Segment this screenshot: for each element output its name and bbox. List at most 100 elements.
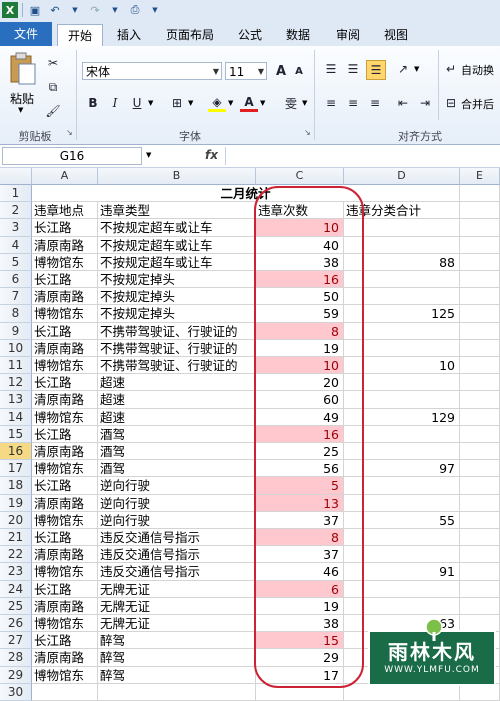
cell-empty[interactable] xyxy=(98,683,256,701)
copy-icon[interactable]: ⧉ xyxy=(44,78,62,96)
customize-toolbar-icon[interactable]: ▼ xyxy=(147,2,163,18)
violation-count-cell[interactable]: 37 xyxy=(256,546,344,564)
cell-empty[interactable] xyxy=(460,391,500,409)
cell-empty[interactable] xyxy=(460,546,500,564)
cell-empty[interactable] xyxy=(460,511,500,529)
location-cell[interactable]: 清原南路 xyxy=(32,546,98,564)
merge-center-icon[interactable]: ⊟ xyxy=(442,94,460,112)
column-header-b[interactable]: B xyxy=(98,168,256,185)
violation-count-cell[interactable]: 10 xyxy=(256,219,344,237)
location-cell[interactable]: 长江路 xyxy=(32,477,98,495)
category-total-cell[interactable] xyxy=(344,271,460,289)
row-header[interactable]: 25 xyxy=(0,597,32,615)
category-total-cell[interactable] xyxy=(344,597,460,615)
phonetic-icon[interactable]: 雯 xyxy=(282,94,300,112)
column-header-a[interactable]: A xyxy=(32,168,98,185)
dropdown-arrow-icon[interactable]: ▼ xyxy=(146,151,151,159)
underline-icon[interactable]: U xyxy=(128,94,146,112)
violation-type-cell[interactable]: 无牌无证 xyxy=(98,597,256,615)
row-header[interactable]: 23 xyxy=(0,563,32,581)
tab-view[interactable]: 视图 xyxy=(376,24,416,46)
dropdown-arrow-icon[interactable]: ▼ xyxy=(260,99,265,107)
cell-empty[interactable] xyxy=(460,683,500,701)
column-header-c[interactable]: C xyxy=(256,168,344,185)
violation-count-cell[interactable]: 46 xyxy=(256,563,344,581)
align-top-icon[interactable]: ☰ xyxy=(322,60,340,78)
category-total-cell[interactable] xyxy=(344,529,460,547)
violation-count-cell[interactable]: 15 xyxy=(256,632,344,650)
row-header[interactable]: 17 xyxy=(0,460,32,478)
violation-type-cell[interactable]: 不按规定超车或让车 xyxy=(98,236,256,254)
violation-type-cell[interactable]: 逆向行驶 xyxy=(98,477,256,495)
violation-type-cell[interactable]: 不按规定掉头 xyxy=(98,305,256,323)
location-cell[interactable]: 博物馆东 xyxy=(32,357,98,375)
dropdown-arrow-icon[interactable]: ▼ xyxy=(302,99,307,107)
cell-empty[interactable] xyxy=(460,597,500,615)
category-total-cell[interactable] xyxy=(344,494,460,512)
decrease-indent-icon[interactable]: ⇤ xyxy=(394,94,412,112)
row-header[interactable]: 29 xyxy=(0,666,32,684)
category-total-cell[interactable]: 91 xyxy=(344,563,460,581)
violation-count-cell[interactable]: 25 xyxy=(256,443,344,461)
violation-count-cell[interactable]: 16 xyxy=(256,425,344,443)
location-cell[interactable]: 长江路 xyxy=(32,529,98,547)
dropdown-arrow-icon[interactable]: ▼ xyxy=(188,99,193,107)
save-icon[interactable]: ▣ xyxy=(27,2,43,18)
row-header[interactable]: 3 xyxy=(0,219,32,237)
cell-empty[interactable] xyxy=(460,408,500,426)
location-cell[interactable]: 博物馆东 xyxy=(32,460,98,478)
cell-empty[interactable] xyxy=(460,477,500,495)
grow-font-icon[interactable]: A xyxy=(272,62,290,80)
wrap-text-icon[interactable]: ↵ xyxy=(442,60,460,78)
cell-empty[interactable] xyxy=(460,443,500,461)
row-header[interactable]: 15 xyxy=(0,425,32,443)
location-cell[interactable]: 博物馆东 xyxy=(32,615,98,633)
violation-count-cell[interactable]: 29 xyxy=(256,649,344,667)
location-cell[interactable]: 长江路 xyxy=(32,425,98,443)
row-header[interactable]: 12 xyxy=(0,374,32,392)
location-cell[interactable]: 清原南路 xyxy=(32,443,98,461)
category-total-cell[interactable] xyxy=(344,391,460,409)
cell-empty[interactable] xyxy=(460,460,500,478)
excel-logo-icon[interactable]: X xyxy=(2,2,18,18)
row-header[interactable]: 30 xyxy=(0,683,32,701)
cell-empty[interactable] xyxy=(256,683,344,701)
violation-count-cell[interactable]: 8 xyxy=(256,322,344,340)
dropdown-arrow-icon[interactable]: ▼ xyxy=(213,63,219,81)
row-header[interactable]: 2 xyxy=(0,202,32,220)
location-cell[interactable]: 博物馆东 xyxy=(32,563,98,581)
paste-label[interactable]: 粘贴 xyxy=(10,90,34,107)
align-right-icon[interactable]: ≡ xyxy=(366,94,384,112)
category-total-cell[interactable] xyxy=(344,322,460,340)
header-cell[interactable]: 违章类型 xyxy=(98,202,256,220)
category-total-cell[interactable] xyxy=(344,546,460,564)
name-box[interactable]: G16 xyxy=(2,147,142,165)
align-center-icon[interactable]: ≡ xyxy=(344,94,362,112)
category-total-cell[interactable] xyxy=(344,339,460,357)
location-cell[interactable]: 长江路 xyxy=(32,632,98,650)
row-header[interactable]: 27 xyxy=(0,632,32,650)
fill-color-icon[interactable]: ◈ xyxy=(208,94,226,112)
violation-type-cell[interactable]: 超速 xyxy=(98,391,256,409)
header-cell[interactable]: 违章分类合计 xyxy=(344,202,460,220)
violation-type-cell[interactable]: 酒驾 xyxy=(98,425,256,443)
violation-count-cell[interactable]: 40 xyxy=(256,236,344,254)
align-middle-icon[interactable]: ☰ xyxy=(344,60,362,78)
title-cell[interactable]: 二月统计 xyxy=(32,185,460,203)
violation-type-cell[interactable]: 酒驾 xyxy=(98,460,256,478)
location-cell[interactable]: 博物馆东 xyxy=(32,253,98,271)
header-cell[interactable]: 违章次数 xyxy=(256,202,344,220)
category-total-cell[interactable]: 10 xyxy=(344,357,460,375)
borders-icon[interactable]: ⊞ xyxy=(168,94,186,112)
wrap-text-button[interactable]: 自动换 xyxy=(461,62,494,78)
column-header-d[interactable]: D xyxy=(344,168,460,185)
cell-empty[interactable] xyxy=(460,185,500,203)
row-header[interactable]: 6 xyxy=(0,271,32,289)
location-cell[interactable]: 长江路 xyxy=(32,374,98,392)
cell-empty[interactable] xyxy=(460,322,500,340)
dropdown-arrow-icon[interactable]: ▼ xyxy=(228,99,233,107)
cell-empty[interactable] xyxy=(460,374,500,392)
cut-icon[interactable]: ✂ xyxy=(44,54,62,72)
violation-type-cell[interactable]: 不按规定超车或让车 xyxy=(98,219,256,237)
row-header[interactable]: 28 xyxy=(0,649,32,667)
